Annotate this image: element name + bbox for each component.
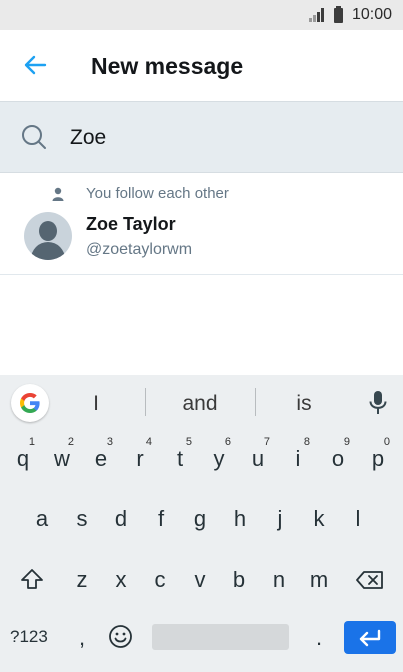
app-bar: New message <box>0 30 403 101</box>
user-handle: @zoetaylorwm <box>86 241 193 258</box>
avatar <box>24 212 72 260</box>
key-p[interactable]: p0 <box>368 436 390 472</box>
key-t[interactable]: t5 <box>170 436 192 472</box>
suggestion-3[interactable]: is <box>284 392 324 416</box>
key-number-hint: 7 <box>263 436 270 448</box>
key-y[interactable]: y6 <box>209 436 232 472</box>
enter-arrow-icon <box>359 629 381 646</box>
key-j[interactable]: j <box>270 506 290 532</box>
key-i[interactable]: i8 <box>288 436 310 472</box>
status-icons: 10:00 <box>308 5 392 24</box>
key-z[interactable]: z <box>70 567 94 593</box>
key-e[interactable]: e3 <box>91 436 113 472</box>
key-label: e <box>94 446 108 471</box>
key-d[interactable]: d <box>111 506 131 532</box>
key-number-hint: 3 <box>106 436 113 448</box>
arrow-left-icon <box>24 55 47 75</box>
key-number-hint: 0 <box>383 436 390 448</box>
key-label: w <box>54 446 70 471</box>
key-number-hint: 2 <box>67 436 74 448</box>
key-label: u <box>251 446 265 471</box>
key-number-hint: 1 <box>28 436 35 448</box>
key-f[interactable]: f <box>151 506 171 532</box>
keyboard: I and is q1w2e3r4t5y6u7i8o9p0 asdfghjkl … <box>0 375 403 672</box>
page-title: New message <box>91 53 244 79</box>
key-s[interactable]: s <box>72 506 92 532</box>
suggestion-bar: I and is <box>0 375 403 428</box>
comma-key[interactable]: , <box>79 625 85 651</box>
user-name: Zoe Taylor <box>86 214 176 234</box>
space-key[interactable] <box>152 624 289 650</box>
suggestion-divider <box>145 388 146 416</box>
key-number-hint: 5 <box>185 436 192 448</box>
key-h[interactable]: h <box>230 506 250 532</box>
signal-icon <box>308 8 325 22</box>
shift-icon[interactable] <box>20 568 44 590</box>
symbols-key[interactable]: ?123 <box>10 627 48 647</box>
key-n[interactable]: n <box>267 567 291 593</box>
search-icon <box>22 125 46 149</box>
back-button[interactable] <box>20 52 50 78</box>
key-number-hint: 4 <box>145 436 152 448</box>
key-w[interactable]: w2 <box>52 436 74 472</box>
key-label: q <box>16 446 30 471</box>
key-o[interactable]: o9 <box>328 436 350 472</box>
key-label: t <box>176 446 184 471</box>
key-number-hint: 6 <box>224 436 231 448</box>
suggestion-divider <box>255 388 256 416</box>
period-key[interactable]: . <box>316 625 322 651</box>
key-label: i <box>295 446 301 471</box>
key-label: o <box>331 446 345 471</box>
backspace-icon[interactable] <box>356 570 384 590</box>
key-u[interactable]: u7 <box>248 436 270 472</box>
microphone-icon[interactable] <box>368 390 388 416</box>
key-label: r <box>136 446 144 471</box>
enter-key[interactable] <box>344 621 396 654</box>
suggestion-1[interactable]: I <box>85 392 107 416</box>
key-number-hint: 8 <box>303 436 310 448</box>
key-q[interactable]: q1 <box>13 436 35 472</box>
key-label: p <box>371 446 385 471</box>
battery-icon <box>333 5 343 23</box>
key-r[interactable]: r4 <box>130 436 152 472</box>
key-a[interactable]: a <box>32 506 52 532</box>
key-v[interactable]: v <box>188 567 212 593</box>
search-input[interactable] <box>70 123 380 153</box>
key-k[interactable]: k <box>309 506 329 532</box>
key-l[interactable]: l <box>348 506 368 532</box>
key-b[interactable]: b <box>227 567 251 593</box>
relationship-label: You follow each other <box>86 185 229 202</box>
google-logo-icon <box>20 393 40 413</box>
key-g[interactable]: g <box>190 506 210 532</box>
key-label: y <box>213 446 225 471</box>
status-bar: 10:00 <box>0 0 403 30</box>
status-time: 10:00 <box>351 6 392 23</box>
user-result-row[interactable]: You follow each other Zoe Taylor @zoetay… <box>0 174 403 275</box>
key-x[interactable]: x <box>109 567 133 593</box>
google-g-icon[interactable] <box>11 384 49 422</box>
suggestion-2[interactable]: and <box>170 392 230 416</box>
search-bar <box>0 101 403 173</box>
person-icon <box>52 187 64 201</box>
key-m[interactable]: m <box>307 567 331 593</box>
key-number-hint: 9 <box>343 436 350 448</box>
emoji-icon[interactable] <box>108 624 133 649</box>
key-c[interactable]: c <box>148 567 172 593</box>
